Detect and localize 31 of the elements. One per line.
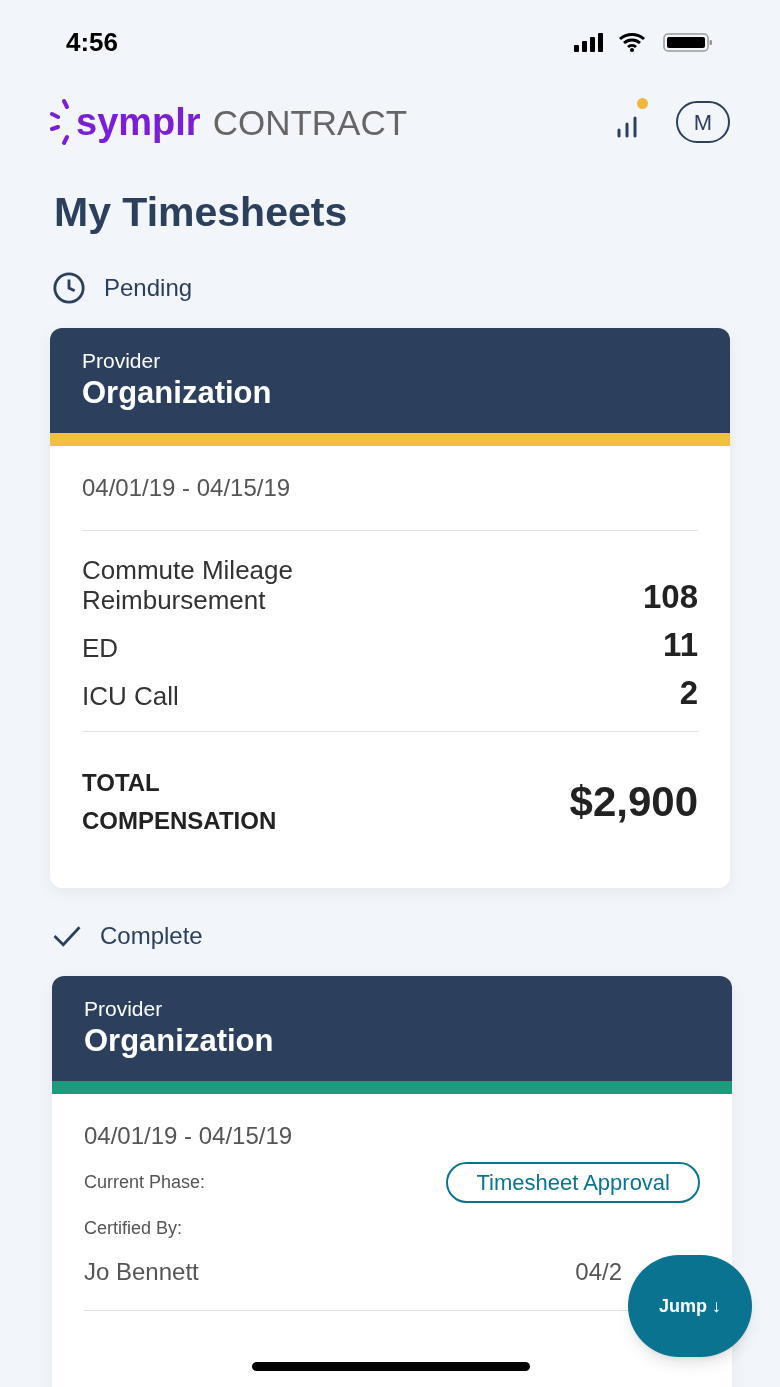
certified-label: Certified By: bbox=[84, 1216, 184, 1240]
logo-brand: symplr bbox=[76, 103, 201, 141]
phase-label: Current Phase: bbox=[84, 1170, 206, 1194]
line-item-value: 2 bbox=[679, 674, 698, 711]
certified-date: 04/2 bbox=[575, 1256, 622, 1287]
card-subtitle: Provider bbox=[82, 347, 162, 374]
total-label: TOTAL COMPENSATION bbox=[82, 767, 278, 836]
phase-badge: Timesheet Approval bbox=[446, 1161, 700, 1203]
section-label: Complete bbox=[100, 920, 203, 951]
certified-name: Jo Bennett bbox=[84, 1256, 199, 1287]
check-icon bbox=[52, 923, 82, 948]
line-item-value: 11 bbox=[663, 626, 698, 663]
timesheet-card[interactable]: Provider Organization 04/01/19 - 04/15/19 Commute Mileage Reimbursement 108 ED 11 ICU Call 2 TOTAL COMPENSATION $2,900 bbox=[50, 327, 730, 888]
line-item-label: ED bbox=[82, 632, 119, 663]
avatar[interactable]: M bbox=[676, 101, 730, 143]
line-item-value: 108 bbox=[642, 578, 698, 615]
page-title: My Timesheets bbox=[53, 188, 349, 237]
date-range: 04/01/19 - 04/15/19 bbox=[84, 1120, 294, 1151]
date-range: 04/01/19 - 04/15/19 bbox=[82, 472, 292, 503]
card-title: Organization bbox=[84, 1021, 275, 1060]
card-title: Organization bbox=[82, 373, 273, 412]
jump-button[interactable]: Jump ↓ bbox=[628, 1255, 752, 1357]
sunburst-logo-icon bbox=[50, 98, 72, 146]
line-item-label: Commute Mileage Reimbursement bbox=[82, 554, 294, 615]
line-item-label: ICU Call bbox=[82, 680, 179, 711]
card-subtitle: Provider bbox=[84, 995, 164, 1022]
clock-icon bbox=[52, 270, 86, 305]
section-label: Pending bbox=[104, 272, 193, 303]
total-value: $2,900 bbox=[569, 777, 698, 827]
status-time: 4:56 bbox=[66, 25, 119, 59]
logo-product: CONTRACT bbox=[212, 104, 408, 140]
